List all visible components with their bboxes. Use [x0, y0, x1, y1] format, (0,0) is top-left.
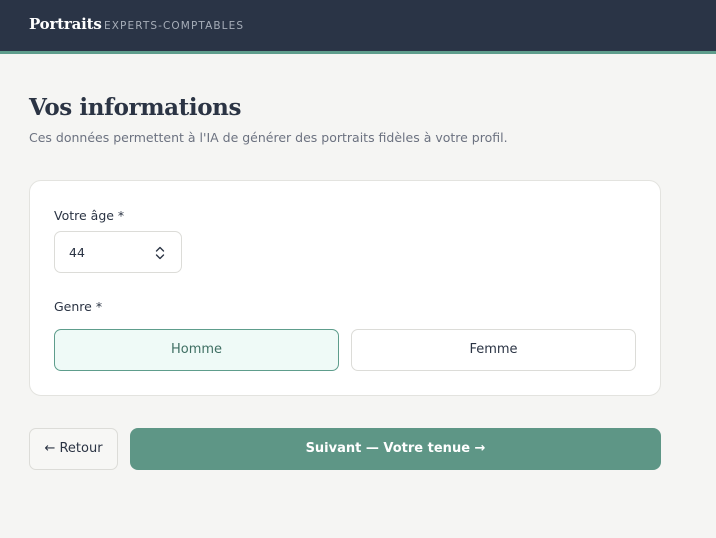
gender-option-homme[interactable]: Homme	[54, 329, 339, 371]
page-title: Vos informations	[29, 94, 242, 121]
genre-label: Genre *	[54, 299, 103, 314]
brand-logo[interactable]: Portraits	[29, 15, 102, 33]
page-subtitle: Ces données permettent à l'IA de générer…	[29, 130, 508, 145]
age-label: Votre âge *	[54, 208, 125, 223]
stepper-arrows-icon[interactable]	[154, 244, 166, 262]
profile-form-card: Votre âge * 44 Genre * Homme Femme	[29, 180, 661, 396]
back-button[interactable]: ← Retour	[29, 428, 118, 470]
gender-option-femme[interactable]: Femme	[351, 329, 636, 371]
brand-subtitle: EXPERTS-COMPTABLES	[104, 20, 245, 32]
next-button[interactable]: Suivant — Votre tenue →	[130, 428, 661, 470]
age-value: 44	[69, 245, 85, 260]
top-navbar: Portraits EXPERTS-COMPTABLES	[0, 0, 716, 54]
age-number-input[interactable]: 44	[54, 231, 182, 273]
